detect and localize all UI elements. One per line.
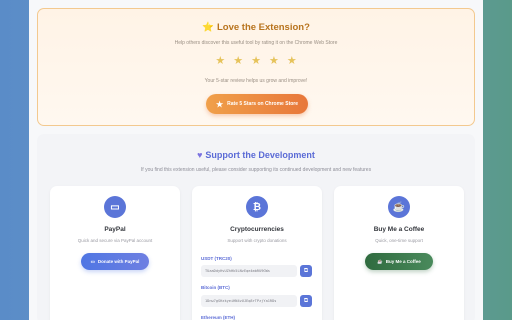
btc-label: Bitcoin (BTC) [201,285,230,290]
copy-icon: ⧉ [303,267,309,274]
coffee-card: ☕ Buy Me a Coffee Quick, one-time suppor… [334,186,464,320]
copy-btc-button[interactable]: ⧉ [300,295,312,307]
crypto-card: ₿ Cryptocurrencies Support with crypto d… [192,186,322,320]
star-icon: ★ [215,99,224,109]
rate-extension-card: ⭐ Love the Extension? Help others discove… [37,8,475,126]
love-title-text: Love the Extension? [216,22,310,33]
rating-star-4-icon[interactable]: ★ [269,55,279,67]
popup-page: ⭐ Love the Extension? Help others discove… [29,0,483,320]
love-subtitle: Help others discover this useful tool by… [174,40,338,46]
star-rating[interactable]: ★ ★ ★ ★ ★ [38,55,474,67]
eth-label: Ethereum (ETH) [201,315,236,320]
support-title: ♥ Support the Development [37,150,475,160]
copy-usdt-button[interactable]: ⧉ [300,265,312,277]
copy-icon: ⧉ [303,297,309,304]
rating-star-5-icon[interactable]: ★ [287,55,297,67]
star-icon: ⭐ [202,22,214,33]
card-payment-icon: ▭ [90,258,95,264]
love-note: Your 5-star review helps us grow and imp… [204,78,308,84]
paypal-card: ▭ PayPal Quick and secure via PayPal acc… [50,186,180,320]
crypto-subtitle: Support with crypto donations [227,238,287,243]
support-subtitle: If you find this extension useful, pleas… [140,167,372,173]
heart-icon: ♥ [197,150,203,160]
rating-star-1-icon[interactable]: ★ [215,55,225,67]
usdt-address-field[interactable]: TUaaDdyHvUZhHk5LNzEqe4mbRU9GWs [201,265,297,277]
donate-paypal-button[interactable]: ▭ Donate with PayPal [81,253,149,270]
coffee-button-label: Buy Me a Coffee [385,259,421,264]
bitcoin-icon: ₿ [246,196,268,218]
btc-address-field[interactable]: 1Dnw7gSHzkyeiHN4vUJEq8rTPzjYa1RDs [201,295,297,307]
coffee-subtitle: Quick, one-time support [375,238,423,243]
buy-coffee-button[interactable]: ☕ Buy Me a Coffee [365,253,433,270]
support-section: ♥ Support the Development If you find thi… [37,134,475,320]
support-title-text: Support the Development [205,150,315,160]
love-title: ⭐ Love the Extension? [38,22,474,33]
coffee-title: Buy Me a Coffee [373,226,425,233]
coffee-icon: ☕ [388,196,410,218]
rate-chrome-store-button[interactable]: ★ Rate 5 Stars on Chrome Store [206,94,308,114]
paypal-title: PayPal [104,226,126,233]
rating-star-3-icon[interactable]: ★ [251,55,261,67]
crypto-title: Cryptocurrencies [230,226,284,233]
rate-button-label: Rate 5 Stars on Chrome Store [227,101,299,107]
usdt-label: USDT (TRC20) [201,256,232,261]
coffee-icon: ☕ [377,258,383,264]
rating-star-2-icon[interactable]: ★ [233,55,243,67]
paypal-button-label: Donate with PayPal [97,259,140,264]
card-payment-icon: ▭ [104,196,126,218]
paypal-subtitle: Quick and secure via PayPal account [77,238,153,243]
